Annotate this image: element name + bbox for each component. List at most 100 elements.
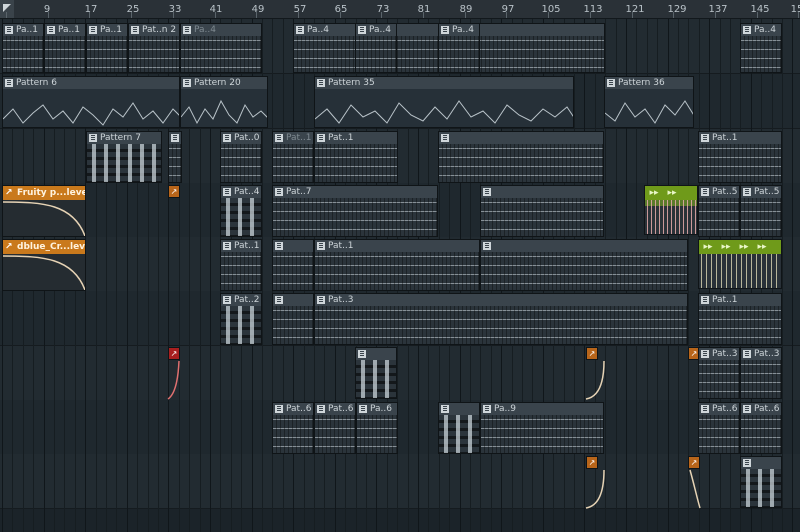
- pattern-clip[interactable]: Pa..1: [2, 23, 44, 73]
- pattern-clip[interactable]: Pat..3: [740, 347, 782, 399]
- ruler-tick: [215, 12, 216, 18]
- pattern-clip[interactable]: [168, 131, 182, 183]
- ruler-tick: [381, 12, 382, 18]
- pattern-clip[interactable]: Pat..n 2: [128, 23, 180, 73]
- track-lane-8[interactable]: [0, 400, 800, 455]
- pattern-icon: [743, 405, 751, 413]
- pattern-icon: [89, 134, 97, 142]
- ruler-tick: [6, 12, 7, 18]
- pattern-clip[interactable]: Pat..1: [314, 131, 398, 183]
- pattern-clip[interactable]: Pat..5: [698, 185, 740, 237]
- pattern-clip[interactable]: Pat..5: [740, 185, 782, 237]
- pattern-preview: [3, 102, 179, 126]
- clip-label: Pat..1: [712, 133, 738, 143]
- audio-clip[interactable]: ▸▸ ▸▸: [644, 185, 698, 235]
- pattern-clip[interactable]: Pat..6: [314, 402, 356, 454]
- clip-label: Pa..1: [58, 25, 80, 35]
- clip-label: Pa..4: [452, 25, 474, 35]
- pattern-clip[interactable]: Pa..6: [356, 402, 398, 454]
- ruler-tick: [548, 12, 549, 18]
- pattern-icon: [5, 26, 13, 34]
- pattern-clip[interactable]: Pa..4: [438, 23, 480, 73]
- ruler-tick: [715, 12, 716, 18]
- pattern-clip[interactable]: Pat..1: [220, 239, 262, 291]
- pattern-clip[interactable]: Pattern 6: [2, 76, 180, 128]
- pattern-clip[interactable]: Pat..6: [272, 402, 314, 454]
- pattern-clip[interactable]: Pat..1: [698, 131, 782, 183]
- ruler-tick: [506, 12, 507, 18]
- ruler-tick: [423, 12, 424, 18]
- pattern-clip[interactable]: Pat..3: [698, 347, 740, 399]
- pattern-icon: [701, 405, 709, 413]
- pattern-icon: [171, 134, 179, 142]
- pattern-clip[interactable]: [480, 239, 688, 291]
- pattern-clip[interactable]: Pa..4: [180, 23, 262, 73]
- bar-number: 81: [417, 4, 431, 15]
- pattern-preview: [181, 99, 267, 125]
- clip-label: Pattern 7: [100, 133, 141, 143]
- pattern-icon: [701, 350, 709, 358]
- track-lane-7[interactable]: [0, 346, 800, 401]
- pattern-icon: [223, 188, 231, 196]
- track-lane-9[interactable]: [0, 454, 800, 509]
- bar-number: 65: [334, 4, 348, 15]
- pattern-clip[interactable]: Pattern 7: [86, 131, 162, 183]
- pattern-icon: [89, 26, 97, 34]
- pattern-clip[interactable]: Pat..2: [220, 293, 262, 345]
- pattern-clip[interactable]: [272, 239, 314, 291]
- clip-label: Pa..4: [369, 25, 391, 35]
- audio-clip[interactable]: ▸▸ ▸▸ ▸▸ ▸▸: [698, 239, 782, 289]
- clip-label: Pa..1: [100, 25, 122, 35]
- pattern-clip[interactable]: Pa..9: [480, 402, 604, 454]
- play-icon: ▸▸: [649, 188, 659, 198]
- pattern-clip[interactable]: Pa..4: [740, 23, 782, 73]
- ruler-tick: [465, 12, 466, 18]
- pattern-icon: [317, 296, 325, 304]
- clip-label: Pa..4: [307, 25, 329, 35]
- pattern-clip[interactable]: [438, 402, 480, 454]
- automation-icon[interactable]: ↗: [168, 185, 180, 198]
- playlist-corner-arrow-icon[interactable]: [0, 0, 14, 18]
- pattern-clip[interactable]: Pattern 36: [604, 76, 694, 128]
- pattern-clip[interactable]: [272, 293, 314, 345]
- pattern-clip[interactable]: Pattern 20: [180, 76, 268, 128]
- automation-clip[interactable]: ↗ Fruity p...level: [2, 185, 86, 237]
- pattern-clip[interactable]: Pa..1: [44, 23, 86, 73]
- pattern-icon: [317, 405, 325, 413]
- pattern-clip[interactable]: Pat..1: [314, 239, 480, 291]
- pattern-clip[interactable]: [740, 456, 782, 508]
- bar-number: 97: [501, 4, 515, 15]
- pattern-clip[interactable]: Pa..1: [86, 23, 128, 73]
- clip-label: Pa..6: [370, 404, 392, 414]
- pattern-clip[interactable]: Pat..6: [698, 402, 740, 454]
- clip-label: Pat..3: [712, 349, 738, 359]
- pattern-clip[interactable]: Pat..7: [272, 185, 438, 237]
- pattern-clip[interactable]: [355, 347, 397, 399]
- pattern-clip[interactable]: Pat..0: [220, 131, 262, 183]
- timeline-ruler[interactable]: 9 17 25 33 41 49 57 65 73 81 89 97 105 1…: [0, 0, 800, 19]
- pattern-icon: [47, 26, 55, 34]
- pattern-clip[interactable]: Pa..4: [355, 23, 397, 73]
- clip-label: Pat..1: [286, 133, 312, 143]
- automation-clip[interactable]: ↗dblue_Cr...level: [2, 239, 86, 291]
- pattern-clip[interactable]: Pat..1: [698, 293, 782, 345]
- pattern-clip[interactable]: Pat..6: [740, 402, 782, 454]
- clip-label: Pa..1: [16, 25, 38, 35]
- pattern-icon: [483, 188, 491, 196]
- bar-number: 57: [293, 4, 307, 15]
- automation-curve: [585, 469, 605, 509]
- clip-header: Pa..1: [3, 24, 43, 36]
- play-icon: ▸▸: [739, 242, 749, 252]
- automation-curve: [689, 469, 701, 509]
- clip-label: Pattern 36: [618, 78, 665, 88]
- pattern-clip[interactable]: Pat..4: [220, 185, 262, 237]
- pattern-clip[interactable]: Pat..3: [314, 293, 688, 345]
- clip-label: Pat..1: [234, 241, 260, 251]
- pattern-preview: [605, 100, 693, 124]
- pattern-clip[interactable]: [438, 131, 604, 183]
- ruler-tick: [256, 12, 257, 18]
- pattern-clip[interactable]: Pat..1: [272, 131, 314, 183]
- pattern-clip[interactable]: [480, 185, 604, 237]
- playlist-grid[interactable]: Pa..1 Pa..1 Pa..1 Pat..n 2 Pa..4 Pa..4 P…: [0, 19, 800, 532]
- pattern-clip[interactable]: Pattern 35: [314, 76, 574, 128]
